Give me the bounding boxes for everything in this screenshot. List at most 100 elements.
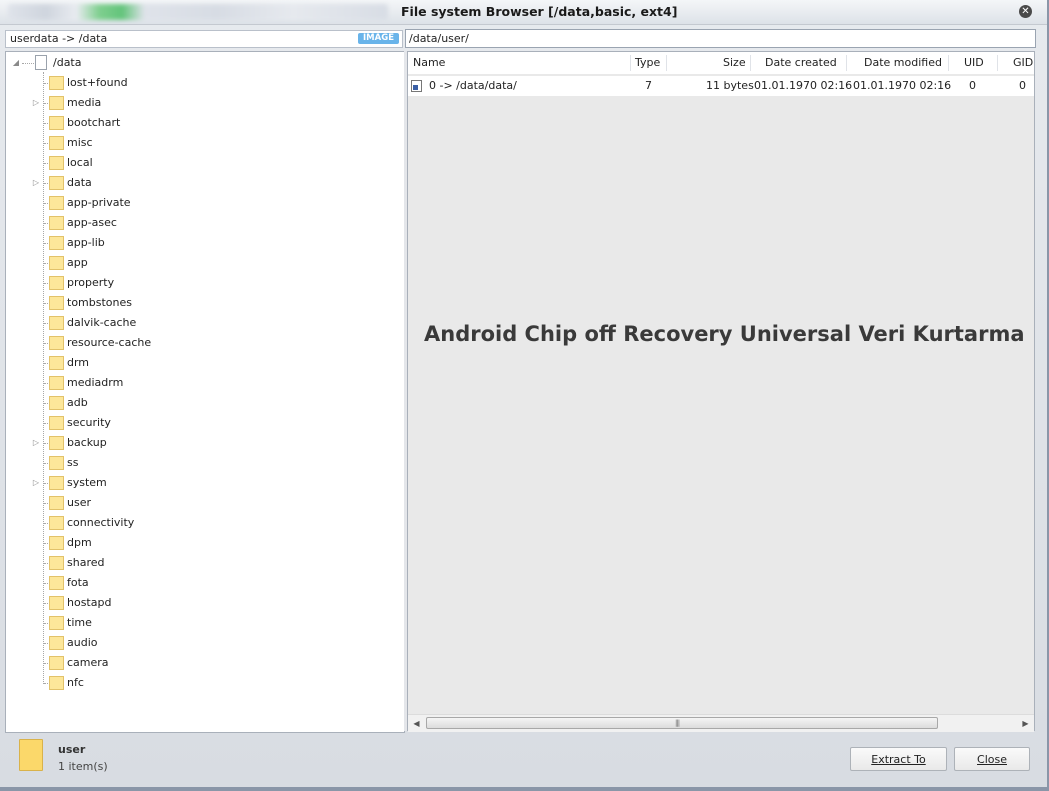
row-date-modified: 01.01.1970 02:16 [853, 79, 952, 92]
folder-icon [49, 196, 64, 210]
selected-folder-icon [19, 739, 43, 771]
row-type: 7 [645, 79, 652, 92]
folder-icon [49, 676, 64, 690]
tree-item-label: security [67, 416, 111, 429]
column-header-name[interactable]: Name [413, 52, 445, 74]
tree-item-label: bootchart [67, 116, 121, 129]
column-separator [948, 55, 949, 71]
tree-item-label: app-lib [67, 236, 105, 249]
folder-icon [49, 636, 64, 650]
folder-icon [49, 396, 64, 410]
drive-icon [35, 55, 47, 70]
scrollbar-thumb[interactable]: ||| [426, 717, 938, 729]
table-row[interactable]: 0 -> /data/data/ 7 11 bytes 01.01.1970 0… [408, 76, 1034, 96]
tree-item-label: resource-cache [67, 336, 152, 349]
blurred-title-area [8, 4, 388, 20]
folder-icon [49, 456, 64, 470]
tree-item-label: app [67, 256, 88, 269]
folder-icon [49, 376, 64, 390]
folder-icon [49, 96, 64, 110]
folder-icon [49, 416, 64, 430]
tree-item-label: ss [67, 456, 79, 469]
tree-item-label: fota [67, 576, 89, 589]
image-path-text: userdata -> /data [10, 32, 108, 45]
title-bar[interactable]: File system Browser [/data,basic, ext4] … [0, 0, 1047, 25]
column-header-date-created[interactable]: Date created [765, 52, 837, 74]
column-header-uid[interactable]: UID [964, 52, 984, 74]
expand-icon[interactable]: ▷ [32, 173, 40, 193]
folder-icon [49, 616, 64, 630]
folder-tree[interactable]: ◢ /data lost+found ▷ media bootchart misc loc… [5, 51, 405, 733]
row-gid: 0 [1019, 79, 1026, 92]
folder-icon [49, 516, 64, 530]
tree-item-label: camera [67, 656, 109, 669]
tree-item-label: user [67, 496, 91, 509]
column-header-type[interactable]: Type [635, 52, 660, 74]
folder-icon [49, 656, 64, 670]
tree-item-label: tombstones [67, 296, 132, 309]
folder-icon [49, 296, 64, 310]
row-size: 11 bytes [706, 79, 754, 92]
close-label: Close [977, 753, 1007, 766]
current-path-text: /data/user/ [409, 32, 469, 45]
folder-icon [49, 276, 64, 290]
folder-icon [49, 436, 64, 450]
scroll-left-icon[interactable]: ◀ [408, 715, 425, 732]
status-folder-name: user [58, 743, 86, 756]
tree-item-label: time [67, 616, 92, 629]
column-separator [750, 55, 751, 71]
window-title: File system Browser [/data,basic, ext4] [401, 4, 678, 19]
grip-icon: ||| [675, 719, 680, 727]
tree-item-label: dpm [67, 536, 92, 549]
tree-item-label: adb [67, 396, 88, 409]
close-icon[interactable]: ✕ [1019, 5, 1032, 18]
file-list[interactable]: Name Type Size Date created Date modifie… [407, 51, 1035, 732]
tree-item-label: mediadrm [67, 376, 124, 389]
close-button[interactable]: Close [954, 747, 1030, 771]
folder-icon [49, 336, 64, 350]
column-separator [666, 55, 667, 71]
row-name: 0 -> /data/data/ [429, 79, 517, 92]
folder-icon [49, 556, 64, 570]
folder-icon [49, 316, 64, 330]
column-header-size[interactable]: Size [723, 52, 746, 74]
folder-icon [49, 236, 64, 250]
row-uid: 0 [969, 79, 976, 92]
folder-icon [49, 576, 64, 590]
folder-icon [49, 156, 64, 170]
folder-icon [49, 596, 64, 610]
tree-item-label: nfc [67, 676, 84, 689]
image-badge: IMAGE [358, 33, 399, 44]
folder-icon [49, 356, 64, 370]
folder-icon [49, 176, 64, 190]
horizontal-scrollbar[interactable]: ◀ ||| ▶ [408, 714, 1034, 732]
folder-icon [49, 216, 64, 230]
expand-icon[interactable]: ▷ [32, 433, 40, 453]
expand-icon[interactable]: ▷ [32, 93, 40, 113]
image-path-field[interactable]: userdata -> /data IMAGE [5, 30, 403, 48]
tree-item-label: audio [67, 636, 98, 649]
scroll-right-icon[interactable]: ▶ [1017, 715, 1034, 732]
column-separator [630, 55, 631, 71]
collapse-icon[interactable]: ◢ [12, 53, 20, 73]
tree-item-label: backup [67, 436, 107, 449]
file-system-browser-window: File system Browser [/data,basic, ext4] … [0, 0, 1049, 791]
tree-item-label: shared [67, 556, 105, 569]
status-item-count: 1 item(s) [58, 760, 108, 773]
tree-connector [22, 63, 34, 64]
list-header: Name Type Size Date created Date modifie… [408, 52, 1034, 75]
tree-item-label: misc [67, 136, 93, 149]
column-header-gid[interactable]: GID [1013, 52, 1033, 74]
extract-to-button[interactable]: Extract To [850, 747, 947, 771]
tree-item-label: app-asec [67, 216, 117, 229]
folder-icon [49, 496, 64, 510]
column-header-date-modified[interactable]: Date modified [864, 52, 942, 74]
tree-root-label: /data [53, 56, 82, 69]
window-bottom-border [0, 787, 1049, 791]
tree-item-label: property [67, 276, 115, 289]
current-path-input[interactable]: /data/user/ [405, 29, 1036, 48]
expand-icon[interactable]: ▷ [32, 473, 40, 493]
tree-item-label: dalvik-cache [67, 316, 137, 329]
column-separator [846, 55, 847, 71]
tree-item-label: lost+found [67, 76, 128, 89]
